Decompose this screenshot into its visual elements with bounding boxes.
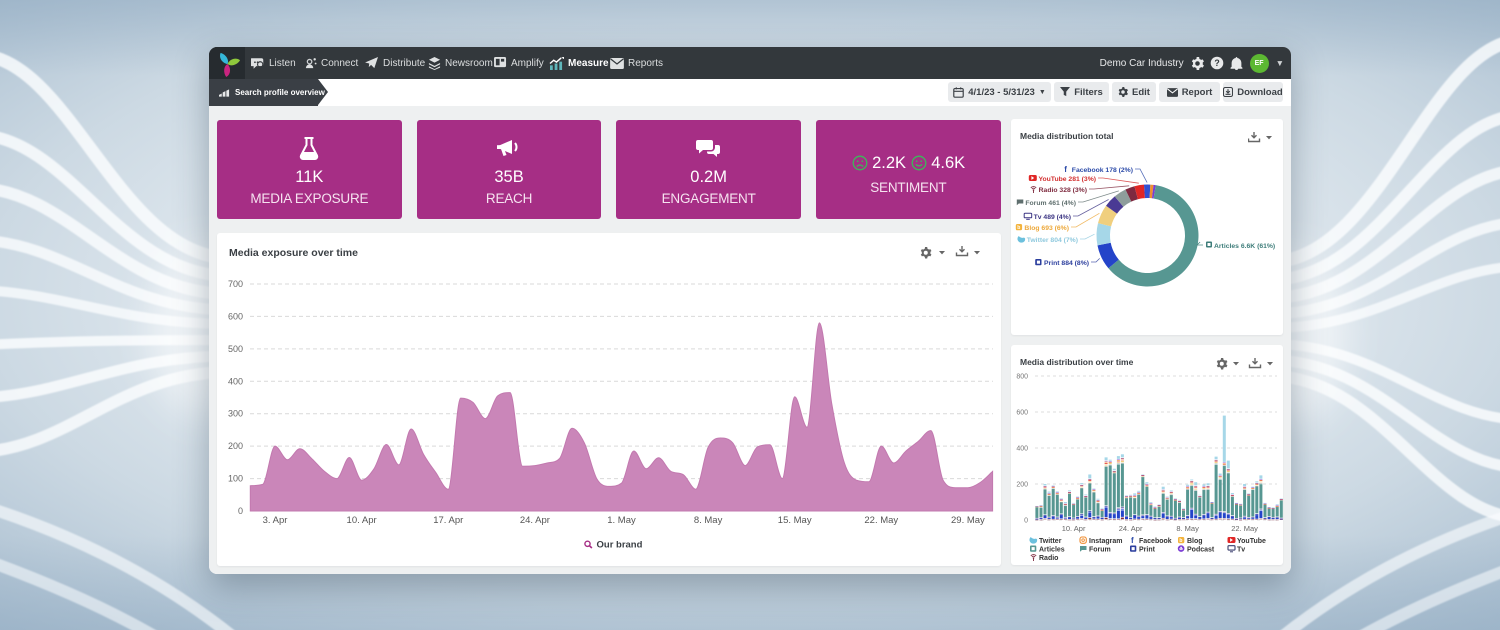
svg-text:Twitter 804 (7%): Twitter 804 (7%) (1027, 237, 1078, 244)
svg-text:Podcast: Podcast (1187, 547, 1215, 554)
svg-text:500: 500 (228, 344, 243, 354)
svg-text:24. Apr: 24. Apr (1119, 524, 1143, 533)
svg-text:17. Apr: 17. Apr (433, 515, 463, 526)
svg-text:Blog 693 (6%): Blog 693 (6%) (1024, 225, 1069, 232)
svg-text:600: 600 (228, 311, 243, 321)
svg-text:Print 884 (8%): Print 884 (8%) (1044, 260, 1089, 267)
svg-text:1. May: 1. May (607, 515, 636, 526)
svg-text:8. May: 8. May (1176, 524, 1199, 533)
svg-text:100: 100 (228, 474, 243, 484)
svg-text:29. May: 29. May (951, 515, 985, 526)
svg-text:400: 400 (1016, 446, 1028, 453)
svg-text:Forum 461 (4%): Forum 461 (4%) (1025, 200, 1076, 207)
svg-text:Facebook: Facebook (1139, 538, 1172, 545)
svg-text:22. May: 22. May (864, 515, 898, 526)
svg-text:Print: Print (1139, 547, 1156, 554)
svg-text:Articles: Articles (1039, 547, 1065, 554)
svg-text:0: 0 (1024, 518, 1028, 525)
svg-text:YouTube: YouTube (1237, 538, 1266, 545)
svg-text:f: f (1064, 165, 1067, 174)
svg-text:b: b (1179, 538, 1182, 544)
svg-text:10. Apr: 10. Apr (1062, 524, 1086, 533)
svg-text:b: b (1017, 225, 1020, 231)
svg-text:Radio 328 (3%): Radio 328 (3%) (1039, 187, 1087, 194)
svg-text:Instagram: Instagram (1089, 538, 1122, 545)
svg-text:700: 700 (228, 279, 243, 289)
svg-text:24. Apr: 24. Apr (520, 515, 550, 526)
svg-text:0: 0 (238, 506, 243, 516)
svg-text:22. May: 22. May (1231, 524, 1258, 533)
svg-text:8. May: 8. May (694, 515, 723, 526)
svg-text:?: ? (1214, 58, 1219, 68)
svg-text:Forum: Forum (1089, 547, 1111, 554)
svg-text:Radio: Radio (1039, 555, 1058, 562)
svg-text:15. May: 15. May (778, 515, 812, 526)
svg-text:Facebook 178 (2%): Facebook 178 (2%) (1072, 167, 1133, 174)
svg-text:Our brand: Our brand (597, 540, 643, 551)
svg-text:200: 200 (1016, 482, 1028, 489)
svg-text:600: 600 (1016, 410, 1028, 417)
svg-text:400: 400 (228, 376, 243, 386)
svg-text:Twitter: Twitter (1039, 538, 1062, 545)
svg-text:800: 800 (1016, 374, 1028, 381)
svg-text:f: f (1131, 536, 1134, 545)
svg-text:Blog: Blog (1187, 538, 1203, 545)
svg-text:3. Apr: 3. Apr (263, 515, 288, 526)
svg-text:200: 200 (228, 441, 243, 451)
svg-text:YouTube 281 (3%): YouTube 281 (3%) (1038, 176, 1096, 183)
svg-text:10. Apr: 10. Apr (347, 515, 377, 526)
svg-text:Articles 6.6K (61%): Articles 6.6K (61%) (1214, 243, 1275, 250)
svg-text:300: 300 (228, 409, 243, 419)
svg-text:Tv: Tv (1237, 547, 1245, 554)
svg-text:Tv 489 (4%): Tv 489 (4%) (1034, 214, 1071, 221)
